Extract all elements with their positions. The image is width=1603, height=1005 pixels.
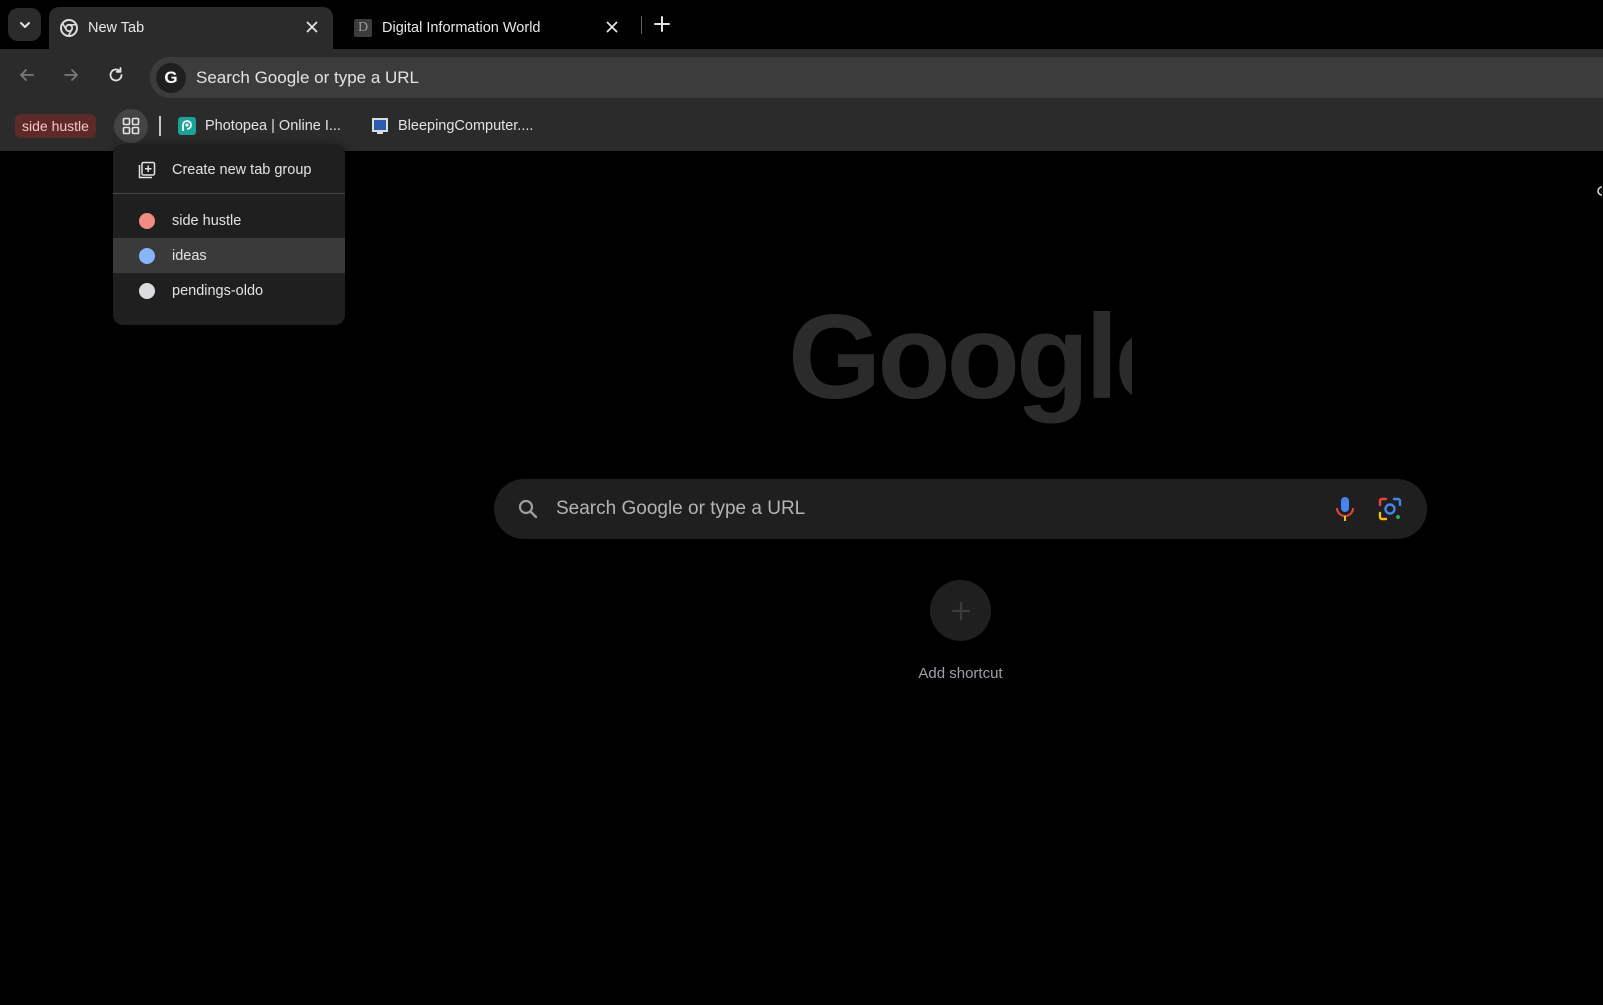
ntp-search-placeholder: Search Google or type a URL — [556, 498, 806, 519]
scroll-edge-mark — [1597, 186, 1603, 196]
reload-icon — [109, 67, 123, 82]
chrome-icon — [60, 19, 78, 37]
ntp-search-box[interactable]: Search Google or type a URL — [494, 479, 1427, 539]
grid-icon — [122, 117, 140, 135]
omnibox-text: Search Google or type a URL — [196, 67, 420, 87]
add-shortcut-label: Add shortcut — [918, 665, 1003, 682]
tab-group-chip[interactable]: side hustle — [15, 114, 96, 138]
menu-separator — [113, 193, 345, 194]
add-group-icon — [137, 160, 157, 180]
bookmark-bleepingcomputer[interactable]: BleepingComputer.... — [371, 114, 533, 138]
tab-strip: New Tab D Digital Information World — [0, 0, 1603, 49]
new-tab-button[interactable] — [650, 12, 674, 36]
add-shortcut-button[interactable] — [930, 580, 991, 641]
group-color-dot-icon — [137, 281, 157, 301]
back-button[interactable] — [13, 61, 41, 89]
google-logo: Google — [788, 296, 1132, 424]
tab-groups-menu: Create new tab group side hustle ideas p… — [113, 144, 345, 325]
menu-item-label: Create new tab group — [172, 161, 312, 178]
forward-button[interactable] — [57, 61, 85, 89]
google-logo-text: Google — [788, 296, 1132, 424]
bookmark-photopea[interactable]: Photopea | Online I... — [178, 114, 341, 138]
omnibox[interactable]: G Search Google or type a URL — [150, 57, 1603, 98]
forward-arrow-icon — [64, 69, 78, 81]
tab-group-item-side-hustle[interactable]: side hustle — [113, 203, 345, 238]
tab-new-tab[interactable]: New Tab — [49, 7, 333, 49]
tab-group-item-pendings-oldo[interactable]: pendings-oldo — [113, 273, 345, 308]
reload-button[interactable] — [102, 61, 130, 89]
close-icon — [306, 21, 318, 33]
menu-item-label: side hustle — [172, 212, 242, 229]
tab-divider — [641, 16, 642, 34]
tab-search-button[interactable] — [8, 8, 41, 41]
tab-groups-button[interactable] — [114, 109, 148, 143]
add-shortcut[interactable]: Add shortcut — [893, 580, 1028, 690]
tab-digital-information-world[interactable]: D Digital Information World — [343, 7, 633, 49]
search-icon — [516, 497, 540, 521]
group-color-dot-icon — [137, 246, 157, 266]
google-lens-icon[interactable] — [1377, 496, 1403, 522]
tab-title: New Tab — [88, 20, 145, 36]
tab-group-item-ideas[interactable]: ideas — [113, 238, 345, 273]
create-new-tab-group-item[interactable]: Create new tab group — [113, 152, 345, 187]
close-tab-button[interactable] — [602, 17, 622, 37]
microphone-icon[interactable] — [1333, 496, 1357, 522]
favicon-letter: D — [357, 20, 369, 35]
bookmark-label: Photopea | Online I... — [205, 118, 341, 134]
bookmarks-separator — [159, 116, 161, 136]
google-g-icon: G — [156, 62, 186, 93]
toolbar: G Search Google or type a URL — [0, 49, 1603, 101]
group-color-dot-icon — [137, 211, 157, 231]
menu-item-label: ideas — [172, 247, 207, 264]
letter-d-favicon: D — [354, 19, 372, 37]
plus-icon — [951, 601, 970, 620]
tab-title: Digital Information World — [382, 20, 541, 36]
chevron-down-icon — [19, 21, 30, 28]
google-g-letter: G — [164, 67, 178, 87]
bleepingcomputer-icon — [372, 118, 388, 134]
plus-icon — [654, 16, 670, 32]
close-icon — [606, 21, 618, 33]
close-tab-button[interactable] — [302, 17, 322, 37]
bookmark-label: BleepingComputer.... — [398, 118, 534, 134]
back-arrow-icon — [20, 69, 34, 81]
photopea-icon — [178, 117, 196, 135]
menu-item-label: pendings-oldo — [172, 282, 264, 299]
